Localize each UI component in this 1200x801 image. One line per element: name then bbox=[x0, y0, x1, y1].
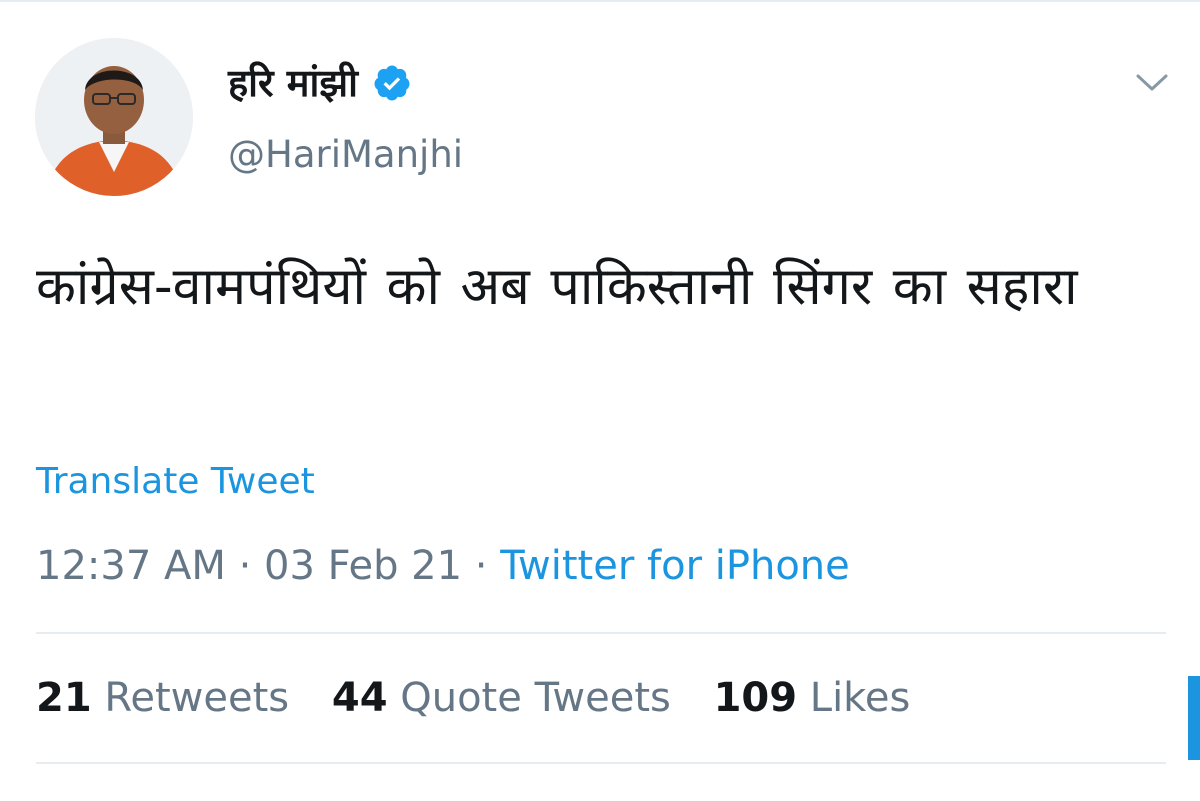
avatar[interactable] bbox=[35, 38, 193, 196]
retweets-count: 21 bbox=[36, 675, 92, 721]
avatar-photo bbox=[35, 38, 193, 196]
retweets-stat[interactable]: 21 Retweets bbox=[36, 675, 289, 721]
retweets-label: Retweets bbox=[104, 675, 290, 721]
divider bbox=[36, 762, 1166, 764]
likes-label: Likes bbox=[809, 675, 911, 721]
divider bbox=[36, 632, 1166, 634]
likes-count: 109 bbox=[713, 675, 798, 721]
likes-stat[interactable]: 109 Likes bbox=[714, 675, 911, 721]
chevron-down-icon[interactable] bbox=[1134, 70, 1170, 94]
quote-tweets-stat[interactable]: 44 Quote Tweets bbox=[332, 675, 671, 721]
meta-separator: · bbox=[238, 543, 252, 589]
top-divider bbox=[0, 0, 1200, 2]
tweet-text: कांग्रेस-वामपंथियों को अब पाकिस्तानी सिं… bbox=[36, 257, 1078, 317]
tweet-date: 03 Feb 21 bbox=[264, 543, 463, 589]
tweet-time: 12:37 AM bbox=[36, 543, 226, 589]
tweet-detail: हरि मांझी @HariManjhi कांग्रेस-वामपंथियो… bbox=[0, 0, 1200, 801]
tweet-source-link[interactable]: Twitter for iPhone bbox=[500, 543, 850, 589]
tweet-meta: 12:37 AM · 03 Feb 21 · Twitter for iPhon… bbox=[36, 546, 850, 586]
author-name-row[interactable]: हरि मांझी bbox=[228, 54, 412, 112]
translate-tweet-link[interactable]: Translate Tweet bbox=[36, 464, 315, 500]
verified-badge-icon bbox=[374, 65, 410, 101]
quote-tweets-count: 44 bbox=[331, 675, 388, 721]
scroll-indicator[interactable] bbox=[1188, 676, 1200, 760]
meta-separator: · bbox=[474, 543, 488, 589]
quote-tweets-label: Quote Tweets bbox=[400, 675, 671, 721]
author-handle[interactable]: @HariManjhi bbox=[228, 136, 463, 173]
author-display-name[interactable]: हरि मांझी bbox=[228, 64, 358, 102]
tweet-stats: 21 Retweets 44 Quote Tweets 109 Likes bbox=[36, 678, 940, 718]
